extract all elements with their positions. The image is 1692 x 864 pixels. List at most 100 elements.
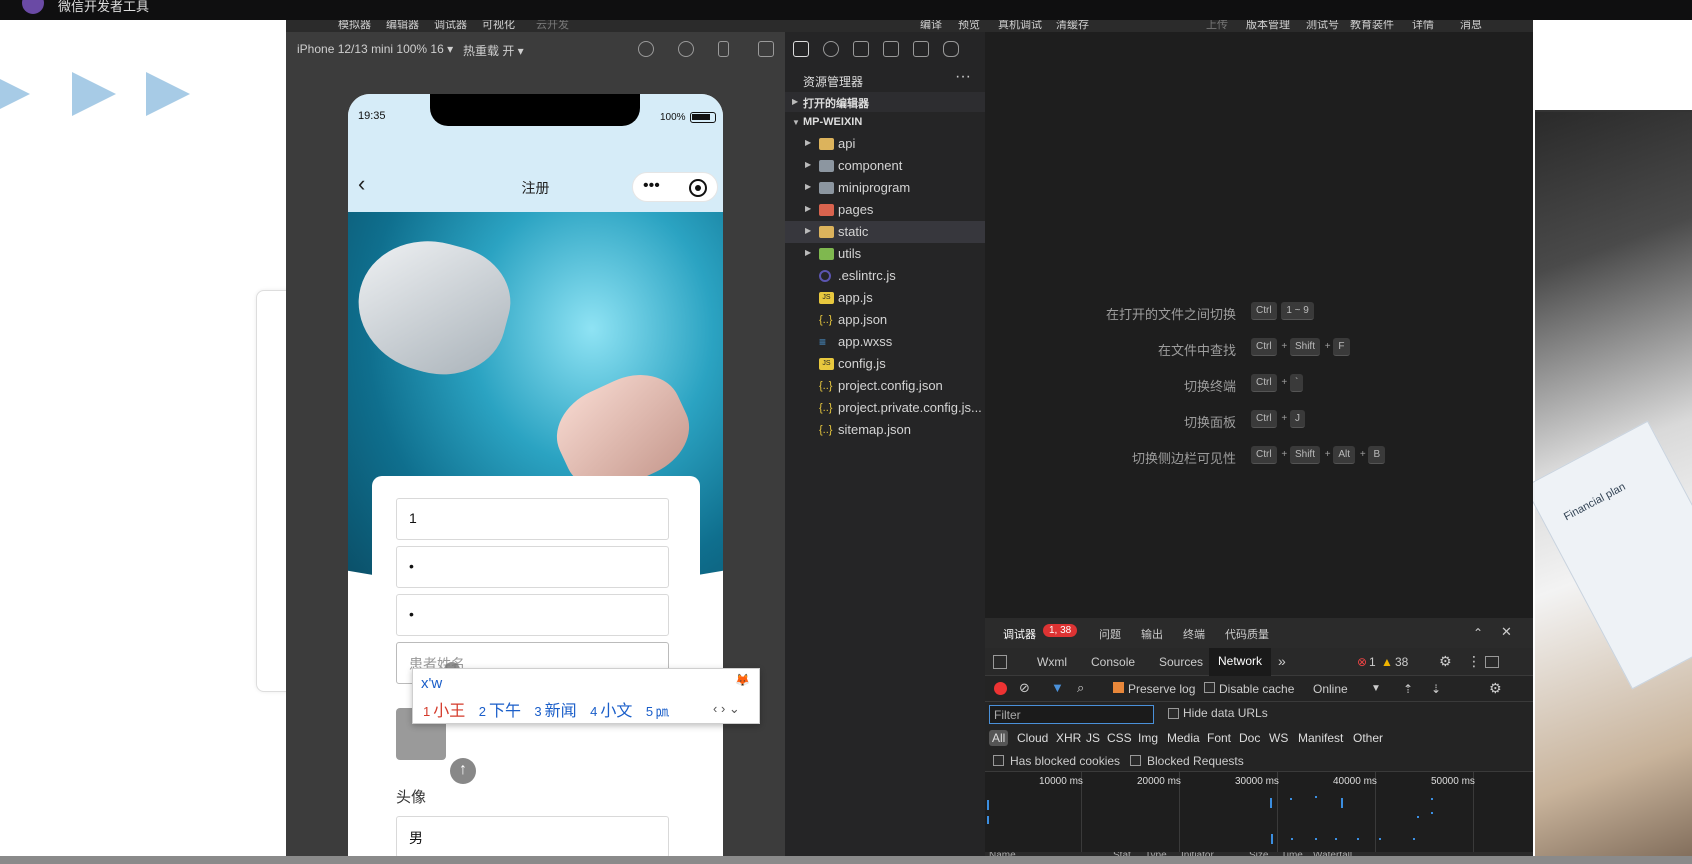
file-item[interactable]: JS config.js: [785, 353, 985, 375]
type-manifest[interactable]: Manifest: [1298, 731, 1343, 745]
type-font[interactable]: Font: [1207, 731, 1231, 745]
tab-wxml[interactable]: Wxml: [1037, 655, 1067, 669]
menu-debugger[interactable]: 调试器: [434, 20, 467, 32]
type-media[interactable]: Media: [1167, 731, 1200, 745]
ime-candidate[interactable]: 5 ㏘: [646, 703, 669, 720]
tab-output[interactable]: 输出: [1141, 626, 1163, 642]
tab-console[interactable]: Console: [1091, 655, 1135, 669]
more-tabs-icon[interactable]: »: [1278, 653, 1286, 669]
close-miniprogram-icon[interactable]: [689, 179, 707, 197]
type-other[interactable]: Other: [1353, 731, 1383, 745]
extensions-icon[interactable]: [883, 41, 899, 57]
menu-messages[interactable]: 消息: [1460, 20, 1482, 32]
inspect-element-icon[interactable]: [993, 655, 1007, 669]
menu-visual[interactable]: 可视化: [482, 20, 515, 32]
open-editors-section[interactable]: ▶ 打开的编辑器: [785, 92, 985, 112]
file-item[interactable]: ▶ miniprogram: [785, 177, 985, 199]
more-menu-icon[interactable]: •••: [643, 177, 660, 195]
network-settings-icon[interactable]: ⚙: [1489, 680, 1502, 697]
ime-candidate[interactable]: 3 新闻: [534, 703, 576, 720]
type-ws[interactable]: WS: [1269, 731, 1288, 745]
type-js[interactable]: JS: [1086, 731, 1100, 745]
search-icon[interactable]: ⌕: [1077, 680, 1084, 696]
menu-real-debug[interactable]: 真机调试: [998, 20, 1042, 32]
file-item[interactable]: ≡ app.wxss: [785, 331, 985, 353]
export-har-icon[interactable]: ⇣: [1431, 682, 1441, 696]
explorer-icon[interactable]: [793, 41, 809, 57]
password-field[interactable]: •: [396, 546, 669, 588]
import-har-icon[interactable]: ⇡: [1403, 682, 1413, 696]
search-icon[interactable]: [823, 41, 839, 57]
file-item[interactable]: ▶ api: [785, 133, 985, 155]
has-blocked-cookies-checkbox[interactable]: [993, 755, 1004, 766]
type-all[interactable]: All: [989, 730, 1009, 746]
image-icon[interactable]: [913, 41, 929, 57]
confirm-password-field[interactable]: •: [396, 594, 669, 636]
file-item[interactable]: ▶ pages: [785, 199, 985, 221]
hide-data-urls-checkbox[interactable]: [1168, 708, 1179, 719]
record-icon[interactable]: [678, 41, 694, 57]
dropdown-arrow-icon[interactable]: ▼: [1371, 683, 1381, 694]
filter-input[interactable]: Filter: [989, 705, 1154, 724]
close-panel-icon[interactable]: ✕: [1501, 624, 1512, 640]
ime-candidate[interactable]: 4 小文: [590, 703, 632, 720]
menu-cloud[interactable]: 云开发: [536, 20, 569, 32]
clear-icon[interactable]: ⊘: [1019, 680, 1030, 696]
filter-icon[interactable]: ▼: [1051, 680, 1064, 695]
file-item[interactable]: {..} app.json: [785, 309, 985, 331]
device-selector[interactable]: iPhone 12/13 mini 100% 16 ▾: [297, 42, 453, 56]
file-item[interactable]: JS app.js: [785, 287, 985, 309]
menu-details[interactable]: 详情: [1412, 20, 1434, 32]
tab-code-quality[interactable]: 代码质量: [1225, 626, 1269, 642]
file-item[interactable]: ▶ static: [785, 221, 985, 243]
type-doc[interactable]: Doc: [1239, 731, 1260, 745]
preserve-log-checkbox[interactable]: [1113, 682, 1124, 693]
file-item[interactable]: ▶ component: [785, 155, 985, 177]
tab-sources[interactable]: Sources: [1159, 655, 1203, 669]
upload-icon[interactable]: ↑: [450, 758, 476, 784]
tab-network[interactable]: Network: [1209, 648, 1272, 676]
tab-debugger[interactable]: 调试器: [1003, 626, 1036, 642]
maximize-panel-icon[interactable]: ⌃: [1473, 626, 1483, 640]
menu-compile[interactable]: 编译: [920, 20, 942, 32]
type-img[interactable]: Img: [1138, 731, 1158, 745]
menu-editor[interactable]: 编辑器: [386, 20, 419, 32]
refresh-icon[interactable]: [638, 41, 654, 57]
disable-cache-checkbox[interactable]: [1204, 682, 1215, 693]
tab-terminal[interactable]: 终端: [1183, 626, 1205, 642]
more-actions-icon[interactable]: ···: [955, 68, 971, 86]
menu-clear-cache[interactable]: 清缓存: [1056, 20, 1089, 32]
docker-icon[interactable]: [943, 41, 959, 57]
ime-page-nav[interactable]: ‹ › ⌄: [713, 701, 740, 717]
type-cloud[interactable]: Cloud: [1017, 731, 1048, 745]
phone-icon[interactable]: [718, 41, 729, 57]
ime-candidate[interactable]: 1 小王: [423, 703, 465, 720]
menu-simulator[interactable]: 模拟器: [338, 20, 371, 32]
dock-icon[interactable]: [1485, 656, 1499, 668]
kebab-menu-icon[interactable]: ⋮: [1467, 653, 1481, 670]
file-item[interactable]: {..} sitemap.json: [785, 419, 985, 441]
username-field[interactable]: 1: [396, 498, 669, 540]
settings-gear-icon[interactable]: ⚙: [1439, 653, 1452, 670]
file-item[interactable]: {..} project.config.json: [785, 375, 985, 397]
record-button-icon[interactable]: [994, 682, 1007, 695]
throttle-select[interactable]: Online: [1313, 682, 1348, 696]
file-item[interactable]: .eslintrc.js: [785, 265, 985, 287]
source-control-icon[interactable]: [853, 41, 869, 57]
type-css[interactable]: CSS: [1107, 731, 1132, 745]
menu-version[interactable]: 版本管理: [1246, 20, 1290, 32]
type-xhr[interactable]: XHR: [1056, 731, 1081, 745]
gender-field[interactable]: 男: [396, 816, 669, 858]
menu-upload[interactable]: 上传: [1206, 20, 1228, 32]
file-item[interactable]: ▶ utils: [785, 243, 985, 265]
menu-preview[interactable]: 预览: [958, 20, 980, 32]
project-section[interactable]: ▼ MP-WEIXIN: [785, 113, 985, 133]
hot-reload-toggle[interactable]: 热重载 开 ▾: [463, 42, 524, 59]
file-item[interactable]: {..} project.private.config.js...: [785, 397, 985, 419]
ime-candidate[interactable]: 2 下午: [479, 703, 521, 720]
detach-window-icon[interactable]: [758, 41, 774, 57]
menu-education[interactable]: 教育装件: [1350, 20, 1394, 32]
menu-test-account[interactable]: 测试号: [1306, 20, 1339, 32]
tab-problems[interactable]: 问题: [1099, 626, 1121, 642]
blocked-requests-checkbox[interactable]: [1130, 755, 1141, 766]
